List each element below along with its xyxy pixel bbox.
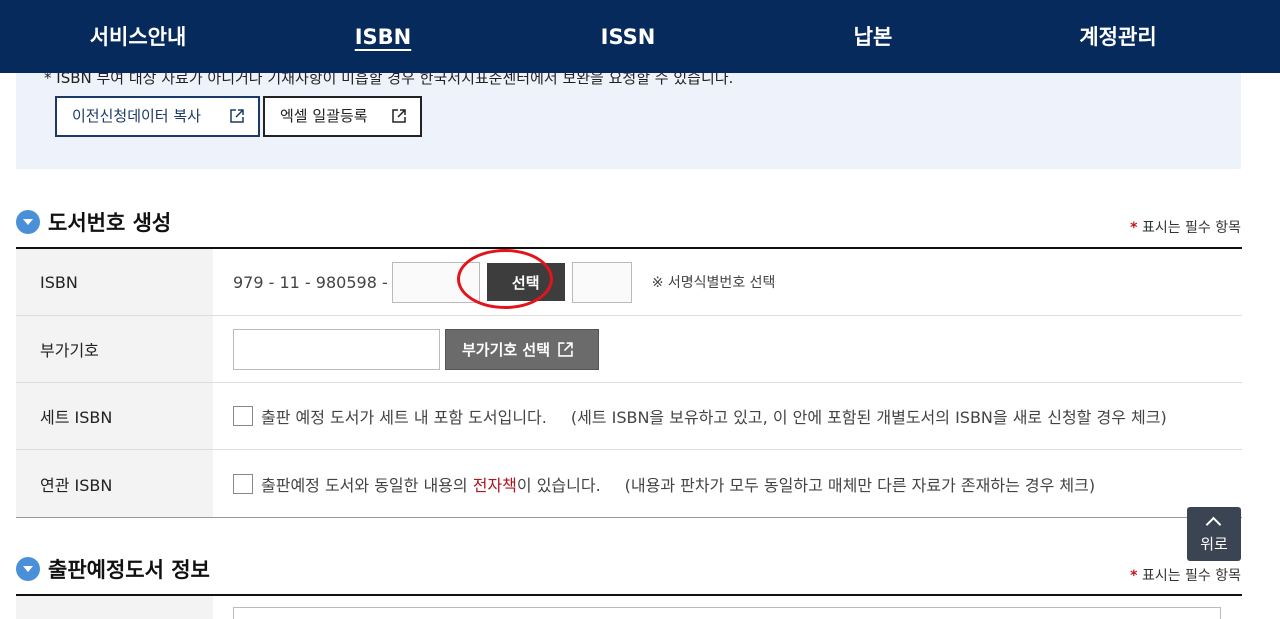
excel-bulk-register-button[interactable]: 엑셀 일괄등록 [263,96,422,137]
set-isbn-label: 세트 ISBN [16,383,213,449]
section-title-book-number: 도서번호 생성 [16,207,171,237]
required-star-icon: * [1130,220,1138,236]
addon-select-button[interactable]: 부가기호 선택 [445,328,599,370]
required-note: * 표시는 필수 항목 [1130,568,1241,584]
external-link-icon [558,341,573,357]
nav-item-isbn[interactable]: ISBN [293,22,473,52]
addon-label: 부가기호 [16,316,213,382]
set-isbn-checkbox[interactable] [233,406,253,426]
top-navigation: 서비스안내 ISBN ISSN 납본 계정관리 [0,0,1280,73]
section-title-book-info: 출판예정도서 정보 [16,554,210,584]
set-isbn-check-text: 출판 예정 도서가 세트 내 포함 도서입니다. [261,408,547,427]
set-isbn-note: (세트 ISBN을 보유하고 있고, 이 안에 포함된 개별도서의 ISBN을 … [570,408,1167,427]
form-row-isbn: ISBN 979 - 11 - 980598 - 선택 ※ 서명식별번호 선택 [16,249,1242,316]
external-link-icon [392,109,406,123]
external-link-icon [230,109,244,123]
isbn-hint: ※ 서명식별번호 선택 [651,275,776,291]
chevron-up-icon [1205,516,1222,533]
nav-item-deposit[interactable]: 납본 [783,22,963,52]
isbn-prefix: 979 - 11 - 980598 - [233,272,388,292]
isbn-title-id-field[interactable] [391,261,480,303]
isbn-check-digit-field[interactable] [571,261,632,303]
book-number-form: ISBN 979 - 11 - 980598 - 선택 ※ 서명식별번호 선택 … [16,247,1242,518]
isbn-label: ISBN [16,249,213,315]
chevron-circle-icon [16,557,40,581]
form-row-addon: 부가기호 부가기호 선택 [16,316,1242,383]
nav-item-service[interactable]: 서비스안내 [48,22,228,52]
nav-item-issn[interactable]: ISSN [538,22,718,52]
related-isbn-check-text: 출판예정 도서와 동일한 내용의 전자책이 있습니다. [261,475,601,495]
related-isbn-checkbox[interactable] [233,473,253,494]
chevron-circle-icon [16,210,40,234]
isbn-select-button[interactable]: 선택 [486,263,565,301]
related-isbn-note: (내용과 판차가 모두 동일하고 매체만 다른 자료가 존재하는 경우 체크) [624,475,1096,495]
excel-button-label: 엑셀 일괄등록 [280,107,368,125]
book-title-field[interactable] [233,607,1221,619]
book-info-form [16,594,1242,619]
info-box: * ISBN 부여 대상 자료가 아니거나 기재사항이 미흡할 경우 한국서지표… [16,73,1241,169]
form-row-related-isbn: 연관 ISBN 출판예정 도서와 동일한 내용의 전자책이 있습니다. (내용과… [16,450,1242,517]
book-info-label-cell [16,596,213,619]
form-row-set-isbn: 세트 ISBN 출판 예정 도서가 세트 내 포함 도서입니다. (세트 ISB… [16,383,1242,450]
scroll-to-top-button[interactable]: 위로 [1187,507,1241,561]
required-star-icon: * [1130,568,1138,584]
copy-button-label: 이전신청데이터 복사 [72,107,201,125]
addon-code-field[interactable] [233,328,440,370]
required-note: * 표시는 필수 항목 [1130,220,1241,236]
related-isbn-label: 연관 ISBN [16,450,213,517]
copy-previous-data-button[interactable]: 이전신청데이터 복사 [55,96,260,137]
nav-item-account[interactable]: 계정관리 [1028,22,1208,52]
